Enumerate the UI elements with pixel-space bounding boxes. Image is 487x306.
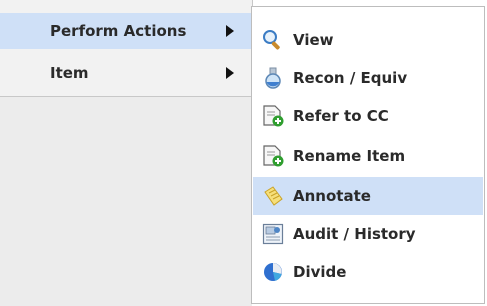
submenu-item-label: Annotate	[293, 187, 371, 205]
submenu-item-label: Rename Item	[293, 147, 406, 165]
menu-item-item[interactable]: Item	[0, 55, 252, 91]
menu-item-label: Perform Actions	[50, 22, 187, 40]
background-panel	[0, 96, 252, 306]
submenu-item-refer-to-cc[interactable]: Refer to CC	[253, 97, 483, 135]
menu-item-label: Item	[50, 64, 89, 82]
submenu-item-label: Divide	[293, 263, 347, 281]
submenu-item-label: Refer to CC	[293, 107, 389, 125]
submenu-item-audit-history[interactable]: Audit / History	[253, 215, 483, 253]
actions-submenu: View Recon / Equiv Refer to CC Rename It…	[251, 6, 485, 304]
submenu-item-label: View	[293, 31, 334, 49]
notepad-icon	[264, 186, 283, 206]
submenu-item-label: Audit / History	[293, 225, 416, 243]
submenu-item-rename-item[interactable]: Rename Item	[253, 137, 483, 175]
document-add-icon	[263, 105, 284, 127]
submenu-item-label: Recon / Equiv	[293, 69, 408, 87]
submenu-item-divide[interactable]: Divide	[253, 253, 483, 291]
report-icon	[262, 223, 284, 245]
main-menu: Perform Actions Item	[0, 0, 253, 96]
submenu-item-view[interactable]: View	[253, 21, 483, 59]
submenu-arrow-icon	[226, 67, 234, 79]
document-add-icon	[263, 145, 284, 167]
magnifier-icon	[263, 30, 280, 50]
flask-icon	[265, 67, 281, 89]
pie-chart-icon	[264, 263, 282, 281]
submenu-item-recon-equiv[interactable]: Recon / Equiv	[253, 59, 483, 97]
submenu-arrow-icon	[226, 25, 234, 37]
context-menu-stage: Perform Actions Item View Recon / Equiv	[0, 0, 487, 306]
submenu-item-annotate[interactable]: Annotate	[253, 177, 483, 215]
menu-item-perform-actions[interactable]: Perform Actions	[0, 13, 252, 49]
